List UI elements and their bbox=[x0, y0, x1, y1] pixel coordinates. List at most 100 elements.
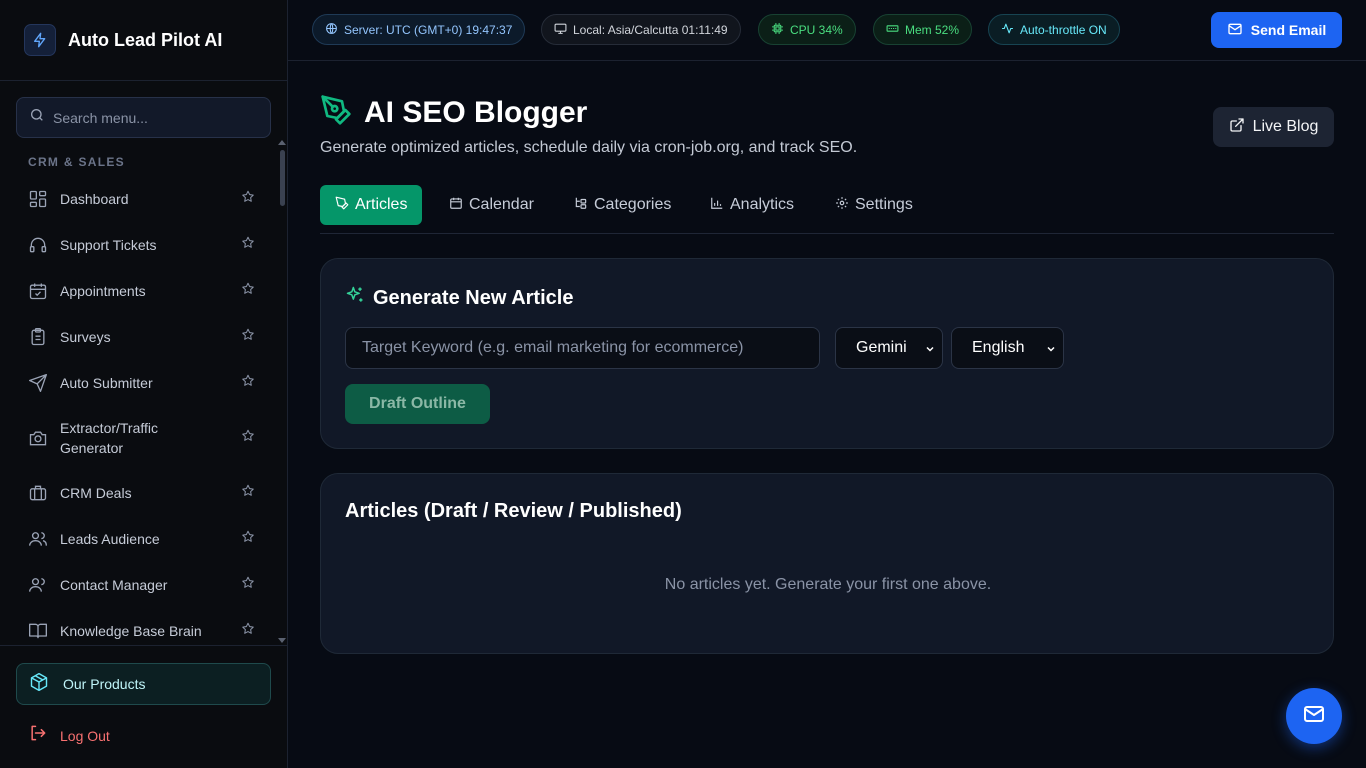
tab-label: Calendar bbox=[469, 196, 534, 213]
mail-icon bbox=[1302, 702, 1326, 731]
brand: Auto Lead Pilot AI bbox=[0, 0, 287, 81]
top-bar: Server: UTC (GMT+0) 19:47:37 Local: Asia… bbox=[288, 0, 1366, 61]
logout-icon bbox=[28, 723, 48, 748]
send-email-label: Send Email bbox=[1250, 22, 1327, 38]
users-icon bbox=[28, 529, 48, 549]
live-blog-button[interactable]: Live Blog bbox=[1213, 107, 1334, 147]
star-icon[interactable] bbox=[241, 190, 255, 209]
tab-bar: Articles Calendar Categories Analytics S… bbox=[320, 185, 1334, 234]
cpu-text: CPU 34% bbox=[790, 22, 843, 37]
headset-icon bbox=[28, 235, 48, 255]
chevron-down-icon bbox=[924, 342, 936, 360]
our-products-label: Our Products bbox=[63, 676, 146, 692]
sidebar-footer: Our Products Log Out bbox=[0, 645, 287, 768]
auto-throttle-badge: Auto-throttle ON bbox=[988, 14, 1120, 45]
local-time-badge: Local: Asia/Calcutta 01:11:49 bbox=[541, 14, 741, 45]
tab-analytics[interactable]: Analytics bbox=[695, 185, 809, 225]
sidebar-item-label: Leads Audience bbox=[60, 531, 160, 547]
sidebar-item-label: CRM Deals bbox=[60, 485, 132, 501]
target-keyword-input[interactable] bbox=[345, 327, 820, 369]
mail-icon bbox=[1227, 21, 1243, 40]
activity-icon bbox=[1001, 22, 1014, 38]
tab-label: Categories bbox=[594, 196, 672, 213]
sidebar-item-label: Surveys bbox=[60, 329, 111, 345]
sidebar-scrollbar[interactable] bbox=[278, 140, 286, 646]
memory-text: Mem 52% bbox=[905, 22, 960, 37]
language-select[interactable]: English bbox=[951, 327, 1064, 369]
sidebar-item-label: Dashboard bbox=[60, 191, 129, 207]
star-icon[interactable] bbox=[241, 530, 255, 549]
star-icon[interactable] bbox=[241, 328, 255, 347]
cpu-icon bbox=[771, 22, 784, 38]
tab-settings[interactable]: Settings bbox=[820, 185, 928, 225]
language-select-value: English bbox=[972, 339, 1025, 356]
local-time-text: Local: Asia/Calcutta 01:11:49 bbox=[573, 22, 728, 37]
logout-button[interactable]: Log Out bbox=[28, 723, 110, 748]
scroll-down-arrow[interactable] bbox=[278, 638, 286, 643]
sidebar-item-extractor[interactable]: Extractor/Traffic Generator bbox=[16, 406, 271, 470]
live-blog-label: Live Blog bbox=[1252, 118, 1319, 135]
send-email-button[interactable]: Send Email bbox=[1211, 12, 1342, 48]
sidebar-item-label: Contact Manager bbox=[60, 577, 168, 593]
sidebar-item-contact-manager[interactable]: Contact Manager bbox=[16, 562, 271, 608]
memory-icon bbox=[886, 22, 899, 38]
box-icon bbox=[29, 672, 49, 697]
tab-label: Analytics bbox=[730, 196, 795, 213]
pen-tool-icon bbox=[320, 94, 352, 131]
our-products-button[interactable]: Our Products bbox=[16, 663, 271, 705]
articles-heading: Articles (Draft / Review / Published) bbox=[345, 500, 682, 522]
search-input[interactable] bbox=[53, 109, 253, 126]
section-label-crm: CRM & SALES bbox=[28, 155, 125, 169]
sidebar-item-label: Support Tickets bbox=[60, 237, 157, 253]
camera-icon bbox=[28, 428, 48, 448]
tab-label: Articles bbox=[355, 196, 408, 213]
star-icon[interactable] bbox=[241, 282, 255, 301]
chevron-down-icon bbox=[1045, 342, 1057, 360]
sidebar-menu: Dashboard Support Tickets Appointments S… bbox=[16, 176, 271, 654]
cpu-badge: CPU 34% bbox=[758, 14, 856, 45]
articles-card: Articles (Draft / Review / Published) No… bbox=[320, 473, 1334, 654]
briefcase-icon bbox=[28, 483, 48, 503]
star-icon[interactable] bbox=[241, 429, 255, 448]
tab-label: Settings bbox=[855, 196, 913, 213]
sidebar-item-auto-submitter[interactable]: Auto Submitter bbox=[16, 360, 271, 406]
star-icon[interactable] bbox=[241, 374, 255, 393]
sidebar-item-support-tickets[interactable]: Support Tickets bbox=[16, 222, 271, 268]
tab-categories[interactable]: Categories bbox=[559, 185, 686, 225]
sidebar-item-appointments[interactable]: Appointments bbox=[16, 268, 271, 314]
sidebar-item-label: Auto Submitter bbox=[60, 375, 153, 391]
calendar-check-icon bbox=[28, 281, 48, 301]
server-icon bbox=[325, 22, 338, 38]
sidebar-scrollbar-thumb[interactable] bbox=[280, 150, 285, 206]
star-icon[interactable] bbox=[241, 576, 255, 595]
sidebar-item-crm-deals[interactable]: CRM Deals bbox=[16, 470, 271, 516]
search-menu[interactable] bbox=[16, 97, 271, 138]
scroll-up-arrow[interactable] bbox=[278, 140, 286, 145]
sidebar-item-label: Knowledge Base Brain bbox=[60, 623, 202, 639]
tab-calendar[interactable]: Calendar bbox=[434, 185, 549, 225]
sidebar-item-leads-audience[interactable]: Leads Audience bbox=[16, 516, 271, 562]
tab-articles[interactable]: Articles bbox=[320, 185, 423, 225]
app-title: Auto Lead Pilot AI bbox=[68, 29, 223, 50]
gear-icon bbox=[835, 196, 849, 215]
star-icon[interactable] bbox=[241, 236, 255, 255]
model-select-value: Gemini bbox=[856, 339, 907, 356]
search-icon bbox=[29, 107, 45, 128]
star-icon[interactable] bbox=[241, 484, 255, 503]
star-icon[interactable] bbox=[241, 622, 255, 641]
page-header: AI SEO Blogger bbox=[320, 94, 587, 131]
sidebar: Auto Lead Pilot AI CRM & SALES Dashboard… bbox=[0, 0, 288, 768]
floating-mail-button[interactable] bbox=[1286, 688, 1342, 744]
sidebar-item-surveys[interactable]: Surveys bbox=[16, 314, 271, 360]
server-time-text: Server: UTC (GMT+0) 19:47:37 bbox=[344, 22, 513, 37]
logout-label: Log Out bbox=[60, 727, 110, 744]
auto-throttle-text: Auto-throttle ON bbox=[1020, 22, 1107, 37]
sidebar-item-dashboard[interactable]: Dashboard bbox=[16, 176, 271, 222]
calendar-icon bbox=[449, 196, 463, 215]
sidebar-item-label: Extractor/Traffic Generator bbox=[60, 420, 159, 456]
clipboard-icon bbox=[28, 327, 48, 347]
draft-outline-button[interactable]: Draft Outline bbox=[345, 384, 490, 424]
model-select[interactable]: Gemini bbox=[835, 327, 943, 369]
book-icon bbox=[28, 621, 48, 641]
page-title: AI SEO Blogger bbox=[364, 95, 588, 129]
